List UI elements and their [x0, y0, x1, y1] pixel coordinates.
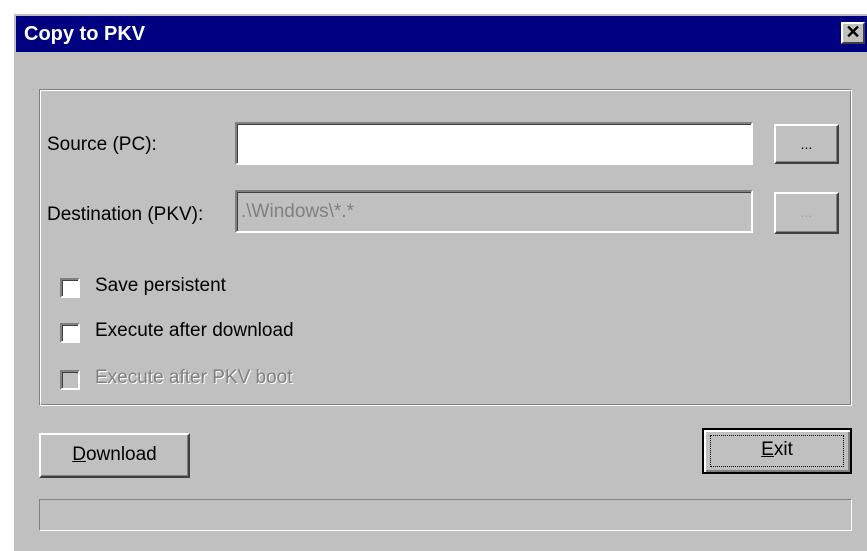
- destination-label: Destination (PKV):: [47, 204, 204, 225]
- title-bar[interactable]: Copy to PKV ✕: [16, 16, 867, 52]
- close-icon[interactable]: ✕: [841, 22, 865, 44]
- copy-to-pkv-dialog: Copy to PKV ✕ Source (PC): ... Destinati…: [12, 12, 867, 551]
- checkbox-label: Execute after download: [95, 320, 294, 341]
- download-label-rest: ownload: [85, 444, 157, 465]
- focus-ring: [710, 435, 844, 467]
- download-mnemonic: D: [72, 444, 86, 465]
- checkbox-box[interactable]: [60, 278, 80, 298]
- source-label: Source (PC):: [47, 134, 157, 155]
- checkbox-label: Save persistent: [95, 275, 226, 296]
- destination-browse-button: ...: [774, 192, 839, 234]
- progress-bar: [39, 499, 852, 531]
- source-browse-button[interactable]: ...: [774, 124, 839, 164]
- checkbox-box[interactable]: [60, 323, 80, 343]
- download-button[interactable]: Download: [39, 433, 190, 478]
- window-title: Copy to PKV: [24, 23, 146, 45]
- source-input[interactable]: [235, 122, 753, 165]
- checkbox-box: [60, 370, 80, 390]
- destination-input: [235, 190, 753, 233]
- checkbox-label: Execute after PKV boot: [95, 367, 293, 388]
- exit-button[interactable]: Exit: [702, 428, 852, 474]
